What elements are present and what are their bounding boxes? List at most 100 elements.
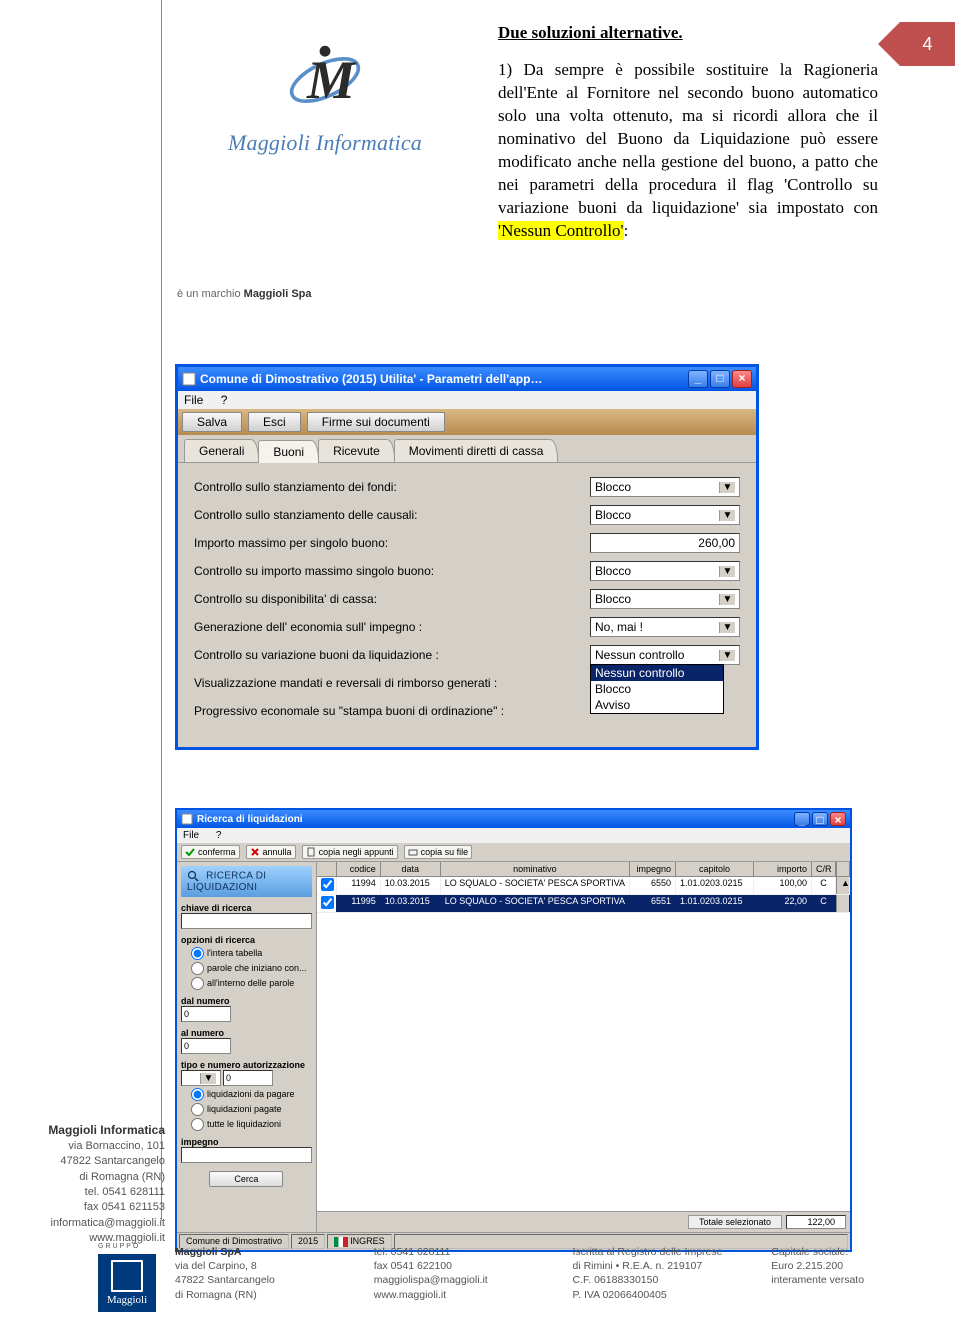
sidebar-divider: [161, 0, 162, 1220]
footer-line: Capitale sociale:: [771, 1246, 848, 1258]
cell-cr: C: [812, 895, 836, 912]
search-icon: [187, 870, 199, 882]
input-chiave[interactable]: [181, 913, 312, 929]
menu-file[interactable]: File: [183, 830, 199, 841]
menu-help[interactable]: ?: [221, 393, 228, 407]
footer-col-3: Iscritta al Registro delle Imprese di Ri…: [573, 1245, 732, 1302]
radio-input[interactable]: [191, 1103, 204, 1116]
combo-disp-cassa[interactable]: Blocco▼: [590, 589, 740, 609]
grid-empty-area: [317, 913, 850, 1211]
row-check[interactable]: [317, 895, 337, 912]
tab-ricevute[interactable]: Ricevute: [318, 439, 395, 462]
row-check[interactable]: [317, 877, 337, 894]
close-button[interactable]: ×: [732, 370, 752, 388]
total-value: 122,00: [786, 1215, 846, 1229]
addr-line: 47822 Santarcangelo: [30, 1154, 165, 1169]
titlebar[interactable]: Ricerca di liquidazioni _ □ ×: [177, 810, 850, 828]
table-row[interactable]: 11995 10.03.2015 LO SQUALO - SOCIETA' PE…: [317, 895, 850, 913]
radio-input[interactable]: [191, 962, 204, 975]
radio-intera[interactable]: l'intera tabella: [191, 947, 312, 960]
radio-da-pagare[interactable]: liquidazioni da pagare: [191, 1088, 312, 1101]
minimize-button[interactable]: _: [794, 812, 810, 826]
total-bar: Totale selezionato 122,00: [317, 1211, 850, 1232]
option-blocco[interactable]: Blocco: [591, 681, 723, 697]
total-label: Totale selezionato: [688, 1215, 782, 1229]
col-cr[interactable]: C/R: [812, 862, 836, 876]
combo-stanz-fondi[interactable]: Blocco▼: [590, 477, 740, 497]
annulla-button[interactable]: annulla: [246, 845, 296, 859]
close-button[interactable]: ×: [830, 812, 846, 826]
titlebar[interactable]: Comune di Dimostrativo (2015) Utilita' -…: [178, 367, 756, 391]
body-before: 1) Da sempre è possibile sostituire la R…: [498, 60, 878, 217]
col-impegno[interactable]: impegno: [630, 862, 676, 876]
chevron-down-icon: ▼: [719, 650, 735, 661]
col-data[interactable]: data: [381, 862, 441, 876]
input-num-auth[interactable]: [223, 1070, 273, 1086]
input-dal[interactable]: [181, 1006, 231, 1022]
checkbox[interactable]: [321, 896, 334, 909]
checkbox[interactable]: [321, 878, 334, 891]
window-ricerca-liquidazioni: Ricerca di liquidazioni _ □ × File ? con…: [175, 808, 852, 1252]
row-gen-economia: Generazione dell' economia sull' impegno…: [194, 613, 740, 641]
cell-capitolo: 1.01.0203.0215: [676, 895, 754, 912]
combo-value: Blocco: [595, 592, 631, 606]
copia-file-button[interactable]: copia su file: [404, 845, 473, 859]
col-codice[interactable]: codice: [337, 862, 381, 876]
radio-input[interactable]: [191, 1088, 204, 1101]
cell-nominativo: LO SQUALO - SOCIETA' PESCA SPORTIVA: [441, 877, 630, 894]
radio-iniziano[interactable]: parole che iniziano con...: [191, 962, 312, 975]
combo-gen-economia[interactable]: No, mai !▼: [590, 617, 740, 637]
cell-codice: 11994: [337, 877, 381, 894]
col-capitolo[interactable]: capitolo: [676, 862, 754, 876]
tab-movimenti[interactable]: Movimenti diretti di cassa: [394, 439, 559, 462]
scrollbar[interactable]: [836, 895, 850, 912]
combo-value: Blocco: [595, 480, 631, 494]
copia-appunti-button[interactable]: copia negli appunti: [302, 845, 398, 859]
label: annulla: [263, 847, 292, 857]
option-nessun[interactable]: Nessun controllo: [591, 665, 723, 681]
option-avviso[interactable]: Avviso: [591, 697, 723, 713]
maximize-button[interactable]: □: [710, 370, 730, 388]
tab-buoni[interactable]: Buoni: [258, 440, 319, 463]
window-title: Ricerca di liquidazioni: [197, 814, 303, 825]
radio-label: parole che iniziano con...: [207, 963, 307, 973]
combo-var-buoni[interactable]: Nessun controllo▼: [590, 645, 740, 665]
table-row[interactable]: 11994 10.03.2015 LO SQUALO - SOCIETA' PE…: [317, 877, 850, 895]
combo-stanz-causali[interactable]: Blocco▼: [590, 505, 740, 525]
footer-line: Euro 2.215.200: [771, 1260, 843, 1272]
toolbar: Salva Esci Firme sui documenti: [178, 409, 756, 435]
scrollbar[interactable]: ▲: [836, 877, 850, 894]
salva-button[interactable]: Salva: [182, 412, 242, 432]
footer-col-1: Maggioli SpA via del Carpino, 8 47822 Sa…: [175, 1245, 334, 1302]
window-parametri: Comune di Dimostrativo (2015) Utilita' -…: [175, 364, 759, 750]
maximize-button[interactable]: □: [812, 812, 828, 826]
input-impegno[interactable]: [181, 1147, 312, 1163]
tab-generali[interactable]: Generali: [184, 439, 259, 462]
conferma-button[interactable]: conferma: [181, 845, 240, 859]
combo-ctrl-importo[interactable]: Blocco▼: [590, 561, 740, 581]
radio-pagate[interactable]: liquidazioni pagate: [191, 1103, 312, 1116]
radio-input[interactable]: [191, 947, 204, 960]
esci-button[interactable]: Esci: [248, 412, 301, 432]
label: copia su file: [421, 847, 469, 857]
row-importo-max: Importo massimo per singolo buono:: [194, 529, 740, 557]
col-nominativo[interactable]: nominativo: [441, 862, 630, 876]
row-stanz-fondi: Controllo sullo stanziamento dei fondi: …: [194, 473, 740, 501]
combo-tipo[interactable]: ▼: [181, 1070, 221, 1086]
search-panel: RICERCA DI LIQUIDAZIONI chiave di ricerc…: [177, 862, 317, 1232]
col-importo[interactable]: importo: [754, 862, 812, 876]
menu-help[interactable]: ?: [216, 830, 222, 841]
firme-button[interactable]: Firme sui documenti: [307, 412, 445, 432]
radio-tutte[interactable]: tutte le liquidazioni: [191, 1118, 312, 1131]
cerca-button[interactable]: Cerca: [209, 1171, 283, 1187]
document-body: Due soluzioni alternative. 1) Da sempre …: [498, 22, 878, 242]
input-al[interactable]: [181, 1038, 231, 1054]
input-importo-max[interactable]: [590, 533, 740, 553]
radio-input[interactable]: [191, 1118, 204, 1131]
maggioli-footer-logo-icon: Maggioli: [98, 1254, 156, 1312]
minimize-button[interactable]: _: [688, 370, 708, 388]
menu-file[interactable]: File: [184, 393, 203, 407]
radio-input[interactable]: [191, 977, 204, 990]
radio-interno[interactable]: all'interno delle parole: [191, 977, 312, 990]
footer-line: di Romagna (RN): [175, 1289, 257, 1301]
